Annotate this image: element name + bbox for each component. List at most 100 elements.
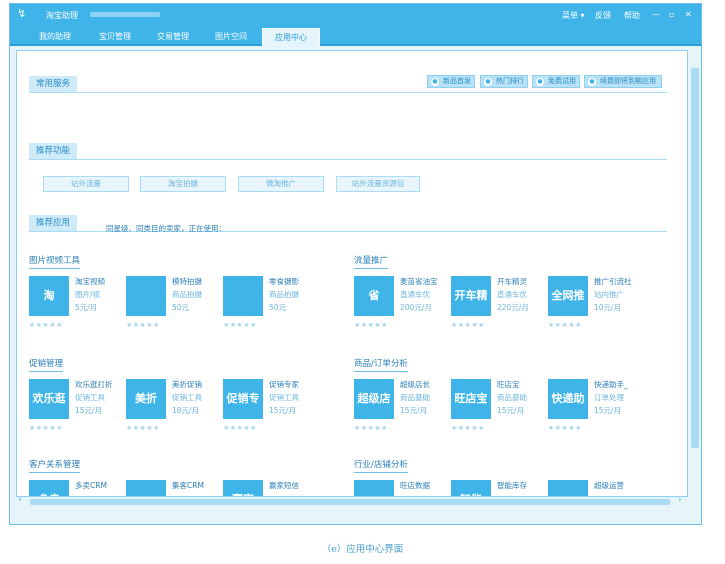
app-rating-stars: ★★★★★ — [223, 321, 257, 329]
app-card[interactable]: 省麦苗省油宝 直通车优 200元/月 ★★★★★ — [354, 276, 446, 336]
feature-traffic-pack-button[interactable]: 站外流量资源包 — [336, 176, 420, 192]
vertical-scroll-thumb[interactable] — [691, 68, 699, 448]
taobao-logo-icon: ↯ — [17, 7, 27, 20]
app-price: 18元/月 — [172, 406, 200, 415]
app-name[interactable]: 模特拍摄 — [172, 276, 202, 287]
app-tile-icon[interactable] — [548, 480, 588, 496]
app-price: 50元 — [172, 303, 190, 312]
help-link[interactable]: 帮助 — [624, 10, 640, 21]
common-services-heading: 常用服务 — [29, 76, 78, 92]
app-name[interactable]: 零食摄影 — [269, 276, 299, 287]
renew-icon: ● — [588, 78, 596, 86]
free-icon: ● — [536, 78, 544, 86]
app-card[interactable]: 旺店数据 — [354, 480, 446, 496]
app-tile-icon[interactable]: 全网推广 — [548, 276, 588, 316]
app-tile-icon[interactable]: 欢乐逛 — [29, 379, 69, 419]
app-rating-stars: ★★★★★ — [126, 321, 160, 329]
app-card[interactable]: 快递助手快递助手_ 订单处理 15元/月 ★★★★★ — [548, 379, 640, 439]
app-tile-icon[interactable] — [126, 480, 166, 496]
app-name[interactable]: 麦苗省油宝 — [400, 276, 438, 287]
feature-taobao-shoot-button[interactable]: 淘宝拍摄 — [140, 176, 226, 192]
category-heading: 行业/店铺分析 — [354, 458, 408, 473]
app-card[interactable]: 全网推广推广引流社站内推广 10元/月 ★★★★★ — [548, 276, 640, 336]
app-card[interactable]: 开车精灵开车精灵直通车优 220元/月 ★★★★★ — [451, 276, 543, 336]
app-name[interactable]: 美折促销 — [172, 379, 202, 390]
app-card[interactable]: 欢乐逛 欢乐逛打折促销工具 15元/月 ★★★★★ — [29, 379, 121, 439]
app-card[interactable]: 美折 美折促销 促销工具 18元/月 ★★★★★ — [126, 379, 218, 439]
horizontal-scrollbar[interactable]: ‹ › — [16, 495, 688, 507]
app-tile-icon[interactable] — [354, 480, 394, 496]
category-heading: 图片视频工具 — [29, 254, 81, 269]
feature-offsite-traffic-button[interactable]: 站外流量 — [43, 176, 129, 192]
app-name[interactable]: 淘宝视频 — [75, 276, 105, 287]
app-card[interactable]: 促销专家促销专家促销工具 15元/月 ★★★★★ — [223, 379, 315, 439]
renew-expiring-button[interactable]: ● 续费即将到期应用 — [584, 75, 662, 88]
app-description: 促销工具 — [75, 393, 105, 402]
app-tile-icon[interactable]: 智能 — [451, 480, 491, 496]
app-name[interactable]: 智能库存 — [497, 480, 527, 491]
tab-trade-management[interactable]: 交易管理 — [148, 28, 198, 46]
app-tile-icon[interactable]: 开车精灵 — [451, 276, 491, 316]
feature-weitao-promo-button[interactable]: 微淘推广 — [238, 176, 324, 192]
app-card[interactable]: 集客CRM — [126, 480, 218, 496]
app-tile-icon[interactable]: 超级店长 — [354, 379, 394, 419]
app-card[interactable]: 超级店长超级店长商品基础 15元/月 ★★★★★ — [354, 379, 446, 439]
app-name[interactable]: 促销专家 — [269, 379, 299, 390]
app-name[interactable]: 赢家短信 — [269, 480, 299, 491]
app-name[interactable]: 快递助手_ — [594, 379, 628, 390]
app-name[interactable]: 推广引流社 — [594, 276, 632, 287]
new-release-button[interactable]: ● 新品首发 — [427, 75, 475, 88]
app-tile-icon[interactable]: 淘 — [29, 276, 69, 316]
tab-my-assistant[interactable]: 我的助理 — [30, 28, 80, 46]
vertical-scrollbar[interactable] — [690, 50, 700, 497]
scroll-right-icon[interactable]: › — [678, 495, 682, 505]
app-name[interactable]: 旺店数据 — [400, 480, 430, 491]
menu-dropdown[interactable]: 菜单 ▾ — [562, 10, 585, 21]
maximize-button[interactable]: ▫ — [669, 10, 674, 19]
app-name[interactable]: 超级店长 — [400, 379, 430, 390]
new-release-label: 新品首发 — [443, 77, 471, 85]
app-tile-icon[interactable]: 旺店宝 — [451, 379, 491, 419]
tab-item-management[interactable]: 宝贝管理 — [90, 28, 140, 46]
tab-app-center[interactable]: 应用中心 — [262, 28, 320, 46]
scroll-left-icon[interactable]: ‹ — [18, 495, 22, 505]
horizontal-scroll-thumb[interactable] — [30, 499, 670, 505]
app-price: 15元/月 — [75, 406, 103, 415]
app-description: 直通车优 — [497, 290, 527, 299]
app-tile-icon[interactable]: 美折 — [126, 379, 166, 419]
app-name[interactable]: 集客CRM — [172, 480, 204, 491]
app-tile-icon[interactable]: 多卖 — [29, 480, 69, 496]
app-tile-icon[interactable]: 快递助手 — [548, 379, 588, 419]
app-tile-icon[interactable] — [126, 276, 166, 316]
app-card[interactable]: 智能智能库存 — [451, 480, 543, 496]
app-card[interactable]: 超级运营 — [548, 480, 640, 496]
app-card[interactable]: 模特拍摄 商品拍摄 50元 ★★★★★ — [126, 276, 218, 336]
app-name[interactable]: 开车精灵 — [497, 276, 527, 287]
app-card[interactable]: 淘淘宝视频 图片/视 5元/月 ★★★★★ — [29, 276, 121, 336]
app-name[interactable]: 欢乐逛打折 — [75, 379, 113, 390]
app-description: 直通车优 — [400, 290, 430, 299]
app-price: 200元/月 — [400, 303, 432, 312]
app-card[interactable]: 赢家赢家短信 — [223, 480, 315, 496]
tab-image-space[interactable]: 图片空间 — [206, 28, 256, 46]
close-button[interactable]: ✕ — [685, 10, 692, 19]
app-rating-stars: ★★★★★ — [29, 424, 63, 432]
category-heading: 客户关系管理 — [29, 458, 81, 473]
app-card[interactable]: 零食摄影 商品拍摄 50元 ★★★★★ — [223, 276, 315, 336]
app-tile-icon[interactable] — [223, 276, 263, 316]
app-tile-icon[interactable]: 省 — [354, 276, 394, 316]
feedback-link[interactable]: 反馈 — [595, 10, 611, 21]
app-description: 促销工具 — [269, 393, 299, 402]
hot-ranking-button[interactable]: ● 热门排行 — [480, 75, 528, 88]
free-trial-button[interactable]: ● 免费试用 — [532, 75, 580, 88]
app-card[interactable]: 旺店宝 旺店宝 商品基础 15元/月 ★★★★★ — [451, 379, 543, 439]
app-name[interactable]: 旺店宝 — [497, 379, 520, 390]
minimize-button[interactable]: — — [652, 10, 660, 19]
app-price: 15元/月 — [594, 406, 622, 415]
app-description: 商品拍摄 — [269, 290, 299, 299]
app-name[interactable]: 多卖CRM — [75, 480, 107, 491]
app-tile-icon[interactable]: 促销专家 — [223, 379, 263, 419]
app-tile-icon[interactable]: 赢家 — [223, 480, 263, 496]
app-card[interactable]: 多卖多卖CRM — [29, 480, 121, 496]
app-name[interactable]: 超级运营 — [594, 480, 624, 491]
